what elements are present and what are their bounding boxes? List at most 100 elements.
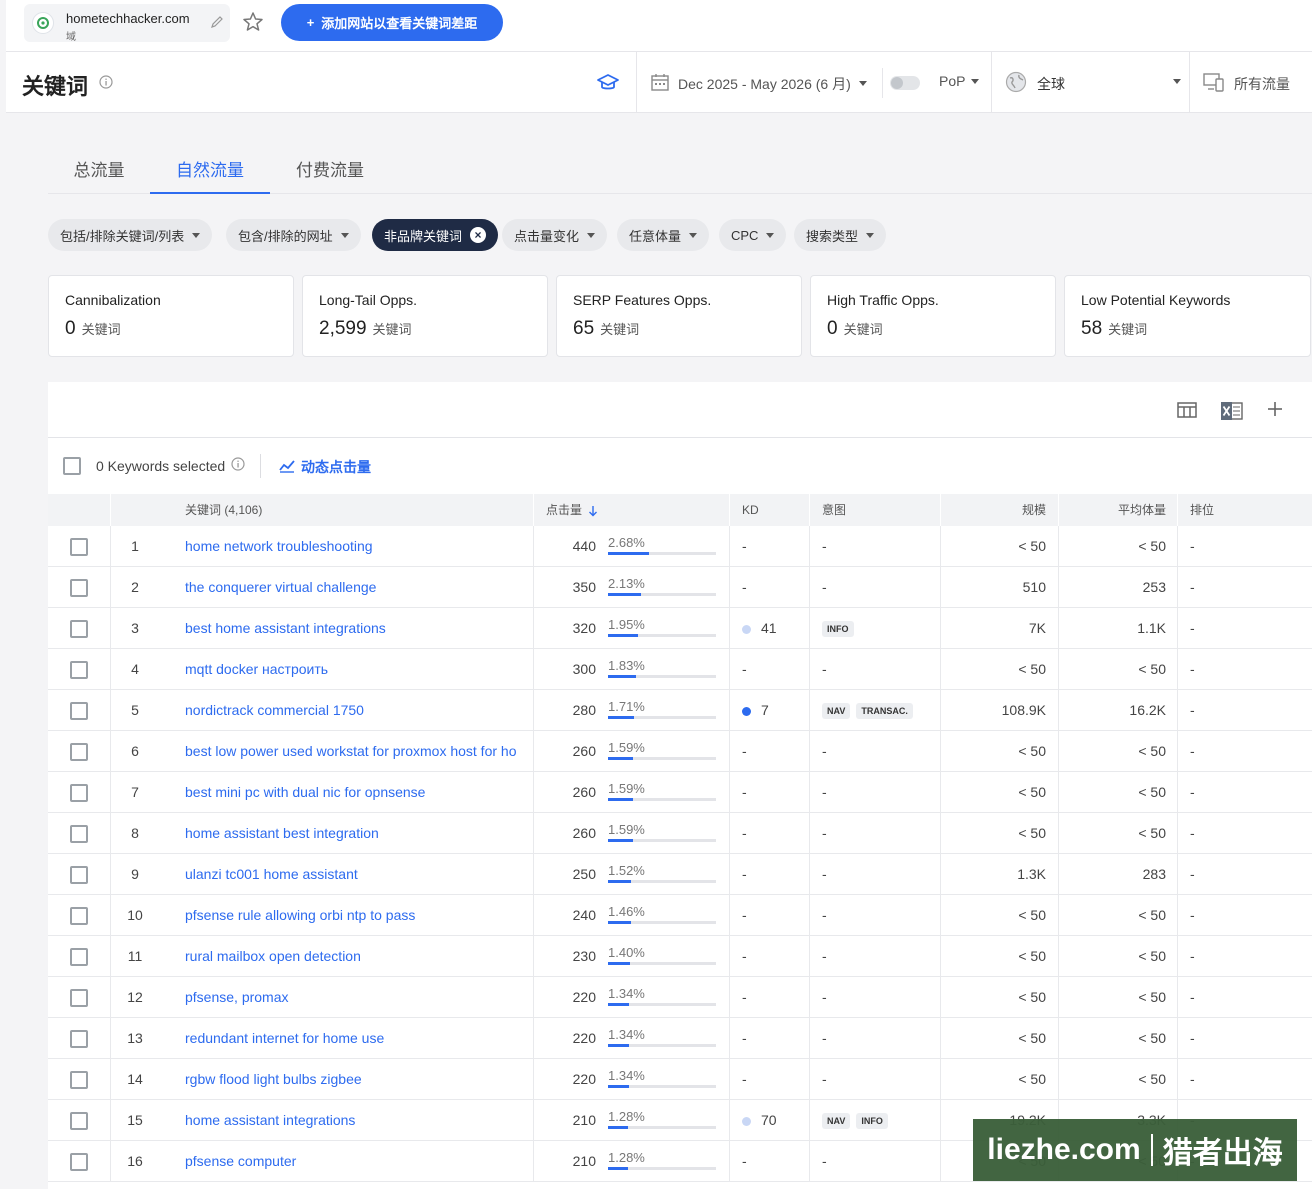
keyword-link[interactable]: pfsense rule allowing orbi ntp to pass — [185, 895, 525, 935]
tab-total-traffic[interactable]: 总流量 — [66, 156, 132, 194]
row-number: 13 — [127, 1030, 143, 1046]
table-row[interactable]: 8 home assistant best integration 260 1.59%… — [48, 813, 1312, 854]
table-row[interactable]: 9 ulanzi tc001 home assistant 250 1.52% - - 1.… — [48, 854, 1312, 895]
header-rank[interactable]: 排位 — [1190, 494, 1214, 526]
search-type-filter[interactable]: 搜索类型 — [794, 219, 887, 251]
keyword-link[interactable]: best home assistant integrations — [185, 608, 525, 648]
header-avg-volume[interactable]: 平均体量 — [1068, 494, 1166, 526]
cpc-filter[interactable]: CPC — [719, 219, 787, 251]
columns-icon[interactable] — [1176, 400, 1198, 425]
info-icon[interactable] — [99, 75, 113, 94]
pop-toggle[interactable] — [890, 76, 920, 90]
header-keyword[interactable]: 关键词 (4,106) — [185, 494, 262, 526]
clicks-share: 1.34% — [608, 1028, 716, 1050]
non-brand-keywords-filter[interactable]: 非品牌关键词 × — [372, 219, 499, 251]
date-range-select[interactable]: Dec 2025 - May 2026 (6 月) — [650, 72, 867, 95]
row-checkbox[interactable] — [70, 743, 88, 761]
filter-label: 任意体量 — [629, 228, 682, 244]
keyword-link[interactable]: rgbw flood light bulbs zigbee — [185, 1059, 525, 1099]
sort-desc-icon[interactable] — [588, 494, 598, 526]
long-tail-card[interactable]: Long-Tail Opps. 2,599 关键词 — [302, 275, 548, 357]
scale-value: < 50 — [1018, 1030, 1046, 1046]
dynamic-clicks-button[interactable]: 动态点击量 — [279, 457, 371, 477]
region-select[interactable]: 全球 — [1005, 71, 1181, 96]
row-checkbox[interactable] — [70, 989, 88, 1007]
table-row[interactable]: 3 best home assistant integrations 320 1.95… — [48, 608, 1312, 649]
volume-filter[interactable]: 任意体量 — [617, 219, 710, 251]
high-traffic-card[interactable]: High Traffic Opps. 0 关键词 — [810, 275, 1056, 357]
clicks-change-filter[interactable]: 点击量变化 — [502, 219, 608, 251]
header-intent[interactable]: 意图 — [822, 494, 846, 526]
select-all-checkbox[interactable] — [63, 457, 81, 475]
row-checkbox[interactable] — [70, 620, 88, 638]
add-site-button[interactable]: + 添加网站以查看关键词差距 — [281, 4, 503, 41]
serp-features-card[interactable]: SERP Features Opps. 65 关键词 — [556, 275, 802, 357]
header-kd[interactable]: KD — [742, 494, 759, 526]
close-icon[interactable]: × — [470, 227, 487, 243]
keyword-link[interactable]: home assistant best integration — [185, 813, 525, 853]
keyword-link[interactable]: best mini pc with dual nic for opnsense — [185, 772, 525, 812]
table-row[interactable]: 11 rural mailbox open detection 230 1.40% - -… — [48, 936, 1312, 977]
excel-export-icon[interactable] — [1220, 400, 1244, 427]
intent-cell: - — [822, 1018, 940, 1058]
domain-chip[interactable]: hometechhacker.com 域 — [24, 4, 230, 43]
header-scale[interactable]: 规模 — [948, 494, 1046, 526]
cannibalization-card[interactable]: Cannibalization 0 关键词 — [48, 275, 294, 357]
star-icon[interactable] — [242, 11, 264, 38]
table-row[interactable]: 7 best mini pc with dual nic for opnsense… — [48, 772, 1312, 813]
row-checkbox[interactable] — [70, 661, 88, 679]
row-checkbox[interactable] — [70, 1112, 88, 1130]
table-row[interactable]: 1 home network troubleshooting 440 2.68% - - <… — [48, 526, 1312, 567]
table-row[interactable]: 6 best low power used workstat for proxmo… — [48, 731, 1312, 772]
keyword-link[interactable]: best low power used workstat for proxmox… — [185, 731, 525, 771]
keyword-link[interactable]: nordictrack commercial 1750 — [185, 690, 525, 730]
table-row[interactable]: 2 the conquerer virtual challenge 350 2.13%… — [48, 567, 1312, 608]
share-bar — [608, 1003, 716, 1006]
keyword-link[interactable]: redundant internet for home use — [185, 1018, 525, 1058]
traffic-tabs: 总流量 自然流量 付费流量 — [48, 146, 1312, 194]
selected-count: 0 Keywords selected — [96, 457, 226, 474]
pop-select[interactable]: PoP — [939, 73, 980, 89]
graduation-hat-icon[interactable] — [596, 72, 620, 99]
avg-volume-value: 1.1K — [1137, 620, 1166, 636]
add-icon[interactable] — [1266, 400, 1284, 423]
row-number: 15 — [127, 1112, 143, 1128]
tab-organic-traffic[interactable]: 自然流量 — [150, 156, 270, 194]
keyword-link[interactable]: pfsense computer — [185, 1141, 525, 1181]
row-checkbox[interactable] — [70, 1030, 88, 1048]
row-checkbox[interactable] — [70, 1071, 88, 1089]
header-clicks[interactable]: 点击量 — [546, 494, 582, 526]
keyword-link[interactable]: home network troubleshooting — [185, 526, 525, 566]
keyword-link[interactable]: mqtt docker настроить — [185, 649, 525, 689]
header-divider — [882, 68, 883, 98]
row-checkbox[interactable] — [70, 825, 88, 843]
low-potential-card[interactable]: Low Potential Keywords 58 关键词 — [1064, 275, 1311, 357]
table-row[interactable]: 4 mqtt docker настроить 300 1.83% - - < 50 < 50… — [48, 649, 1312, 690]
row-checkbox[interactable] — [70, 702, 88, 720]
traffic-select[interactable]: 所有流量 — [1202, 71, 1290, 96]
keyword-link[interactable]: rural mailbox open detection — [185, 936, 525, 976]
row-checkbox[interactable] — [70, 1153, 88, 1171]
row-checkbox[interactable] — [70, 907, 88, 925]
keyword-link[interactable]: pfsense, promax — [185, 977, 525, 1017]
keyword-link[interactable]: home assistant integrations — [185, 1100, 525, 1140]
row-checkbox[interactable] — [70, 579, 88, 597]
share-bar — [608, 1126, 716, 1129]
edit-icon[interactable] — [210, 15, 224, 34]
table-row[interactable]: 13 redundant internet for home use 220 1.34… — [48, 1018, 1312, 1059]
keyword-link[interactable]: the conquerer virtual challenge — [185, 567, 525, 607]
table-row[interactable]: 10 pfsense rule allowing orbi ntp to pass… — [48, 895, 1312, 936]
table-row[interactable]: 12 pfsense, promax 220 1.34% - - < 50 < 50 - — [48, 977, 1312, 1018]
row-number: 8 — [131, 825, 139, 841]
row-checkbox[interactable] — [70, 784, 88, 802]
info-icon[interactable] — [231, 457, 245, 474]
table-row[interactable]: 5 nordictrack commercial 1750 280 1.71% 7 NAV… — [48, 690, 1312, 731]
tab-paid-traffic[interactable]: 付费流量 — [288, 156, 372, 194]
row-checkbox[interactable] — [70, 538, 88, 556]
row-checkbox[interactable] — [70, 866, 88, 884]
include-exclude-keywords-filter[interactable]: 包括/排除关键词/列表 — [48, 219, 213, 251]
table-row[interactable]: 14 rgbw flood light bulbs zigbee 220 1.34% -… — [48, 1059, 1312, 1100]
row-checkbox[interactable] — [70, 948, 88, 966]
include-exclude-urls-filter[interactable]: 包含/排除的网址 — [226, 219, 361, 251]
keyword-link[interactable]: ulanzi tc001 home assistant — [185, 854, 525, 894]
